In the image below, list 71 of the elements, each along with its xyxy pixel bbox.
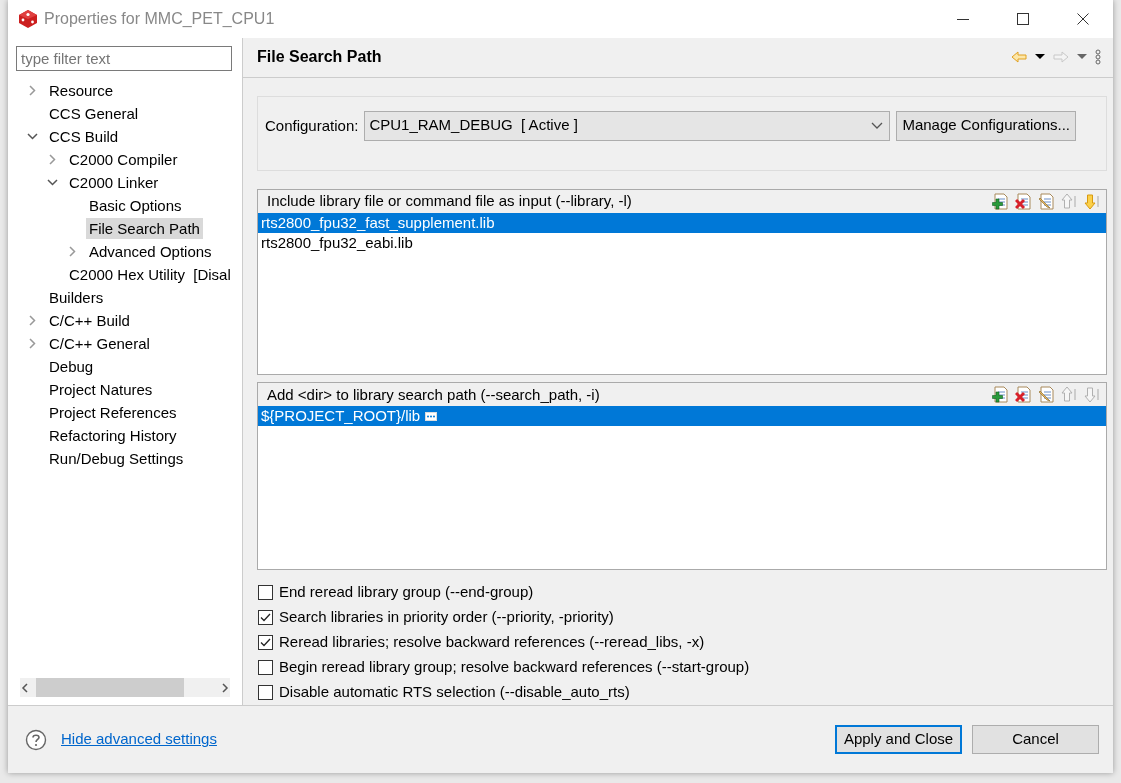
- cancel-button[interactable]: Cancel: [972, 725, 1099, 754]
- list-item[interactable]: rts2800_fpu32_eabi.lib: [258, 232, 1106, 253]
- list-header: Include library file or command file as input (--library, -l): [267, 191, 632, 211]
- collapsed-chevron-icon[interactable]: [26, 337, 39, 350]
- tree-item[interactable]: Project Natures: [46, 379, 156, 400]
- dropdown-caret-icon[interactable]: [1035, 54, 1045, 61]
- tree-item[interactable]: C2000 Compiler: [66, 149, 181, 170]
- edit-icon[interactable]: [1038, 386, 1054, 404]
- tree-item[interactable]: C2000 Hex Utility [Disal: [66, 264, 234, 285]
- add-icon[interactable]: [992, 386, 1008, 404]
- collapsed-chevron-icon[interactable]: [46, 153, 59, 166]
- horizontal-scrollbar[interactable]: [20, 678, 230, 697]
- list-item[interactable]: rts2800_fpu32_fast_supplement.lib: [258, 212, 1106, 233]
- list-header: Add <dir> to library search path (--search_path, -i): [267, 384, 600, 405]
- edit-icon[interactable]: [1038, 192, 1054, 210]
- checkbox[interactable]: [258, 585, 273, 600]
- minimize-icon: [957, 18, 969, 20]
- list-item[interactable]: ${PROJECT_ROOT}/lib: [258, 406, 1106, 427]
- checkmark-icon: [260, 613, 271, 622]
- maximize-icon: [1017, 13, 1029, 25]
- checkbox[interactable]: [258, 635, 273, 650]
- chevron-down-icon: [871, 121, 884, 130]
- list-box[interactable]: Add <dir> to library search path (--search_path, -i) ${PROJECT_ROOT}/lib: [257, 382, 1107, 570]
- tree-item[interactable]: Basic Options: [86, 195, 185, 216]
- delete-icon[interactable]: [1015, 386, 1031, 404]
- filter-field[interactable]: type filter text: [16, 46, 232, 71]
- tree-item[interactable]: Run/Debug Settings: [46, 448, 187, 469]
- tree-item[interactable]: Advanced Options: [86, 241, 215, 262]
- checkbox[interactable]: [258, 685, 273, 700]
- scroll-left-icon[interactable]: [20, 681, 30, 694]
- tree-item[interactable]: CCS Build: [46, 126, 122, 147]
- checkbox-label: Search libraries in priority order (--priority, -priority): [279, 607, 614, 628]
- hide-advanced-settings-link[interactable]: Hide advanced settings: [61, 728, 217, 751]
- checkmark-icon: [260, 638, 271, 647]
- tree-item[interactable]: C/C++ Build: [46, 310, 133, 331]
- add-icon[interactable]: [992, 192, 1008, 210]
- collapsed-chevron-icon[interactable]: [66, 245, 79, 258]
- delete-icon[interactable]: [1015, 192, 1031, 210]
- list-box[interactable]: Include library file or command file as input (--library, -l) rts2800_fpu32_fast_supplement.lib rts2800_fpu32_eabi.lib: [257, 188, 1107, 376]
- tree-item[interactable]: Builders: [46, 287, 107, 308]
- checkbox-label: End reread library group (--end-group): [279, 582, 534, 603]
- help-icon[interactable]: [25, 728, 47, 751]
- tree-item[interactable]: CCS General: [46, 103, 142, 124]
- tree-item[interactable]: Project References: [46, 402, 180, 423]
- manage-configurations-button[interactable]: Manage Configurations...: [896, 110, 1076, 141]
- tree-item[interactable]: Resource: [46, 80, 117, 101]
- configuration-label: Configuration:: [265, 115, 359, 136]
- collapsed-chevron-icon[interactable]: [26, 314, 39, 327]
- apply-and-close-button[interactable]: Apply and Close: [835, 725, 962, 754]
- expanded-chevron-icon[interactable]: [26, 130, 39, 143]
- expanded-chevron-icon[interactable]: [46, 176, 59, 189]
- app-logo-icon: [18, 9, 38, 29]
- window-title: Properties for MMC_PET_CPU1: [44, 9, 275, 29]
- checkbox-label: Reread libraries; resolve backward references (--reread_libs, -x): [279, 632, 705, 653]
- close-icon: [1077, 13, 1089, 25]
- tree-item[interactable]: C/C++ General: [46, 333, 153, 354]
- page-title: File Search Path: [257, 47, 382, 68]
- configuration-dropdown[interactable]: CPU1_RAM_DEBUG [ Active ]: [364, 110, 891, 141]
- tree-item[interactable]: Refactoring History: [46, 425, 180, 446]
- ellipsis-button-icon[interactable]: [425, 411, 438, 421]
- checkbox-label: Disable automatic RTS selection (--disable_auto_rts): [279, 682, 630, 703]
- checkbox-label: Begin reread library group; resolve backward references (--start-group): [279, 657, 750, 678]
- scroll-right-icon[interactable]: [220, 681, 230, 694]
- more-menu-icon[interactable]: [1095, 49, 1101, 66]
- checkbox[interactable]: [258, 610, 273, 625]
- move-down-icon[interactable]: [1084, 192, 1100, 210]
- tree-item[interactable]: Debug: [46, 356, 97, 377]
- checkbox[interactable]: [258, 660, 273, 675]
- collapsed-chevron-icon[interactable]: [26, 84, 39, 97]
- tree-item[interactable]: C2000 Linker: [66, 172, 162, 193]
- tree-item[interactable]: File Search Path: [86, 218, 203, 239]
